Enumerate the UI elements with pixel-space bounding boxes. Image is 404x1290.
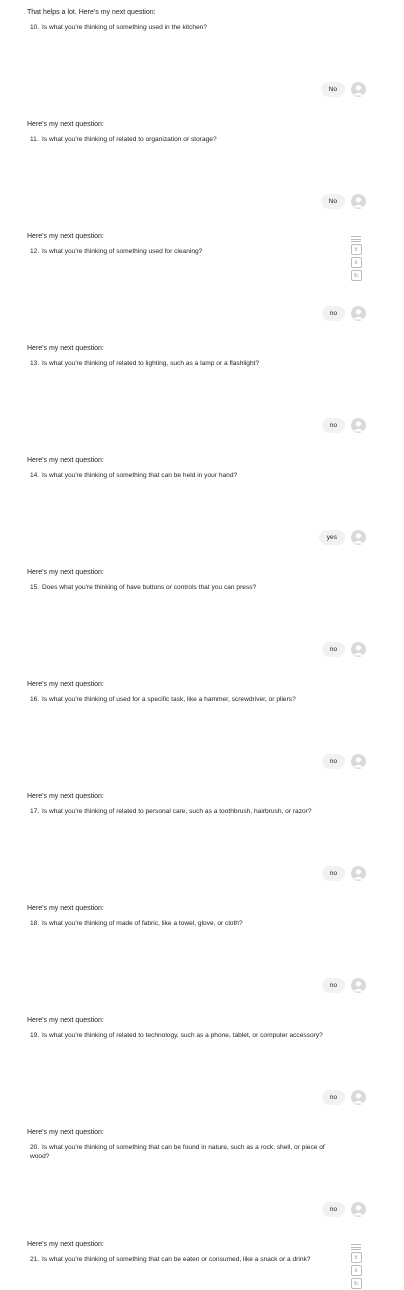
user-message: no [321, 417, 366, 433]
question-number: 16. [30, 696, 40, 703]
copy-icon[interactable] [351, 236, 361, 242]
question-number: 10. [30, 24, 40, 31]
user-avatar-icon [351, 305, 366, 321]
question-number: 17. [30, 808, 40, 815]
thumbs-up-icon[interactable]: ⇧ [350, 244, 362, 255]
user-answer-bubble: no [321, 305, 345, 321]
assistant-intro: Here's my next question: [27, 457, 104, 464]
question-text: Is what you're thinking of something tha… [42, 1256, 311, 1263]
question-text: Is what you're thinking of related to pe… [42, 808, 312, 815]
question-text: Is what you're thinking of related to li… [42, 360, 260, 367]
question-number: 20. [30, 1144, 40, 1151]
user-answer-bubble: No [320, 81, 345, 97]
question-text: Is what you're thinking of made of fabri… [42, 920, 243, 927]
user-avatar-icon [351, 193, 366, 209]
question-number: 15. [30, 584, 40, 591]
thumbs-down-icon[interactable]: ⇩ [350, 1265, 362, 1276]
user-message: no [321, 753, 366, 769]
question-text: Is what you're thinking of something tha… [42, 472, 238, 479]
question-item: 20. Is what you're thinking of something … [30, 1143, 340, 1161]
question-number: 19. [30, 1032, 40, 1039]
question-number: 13. [30, 360, 40, 367]
copy-icon[interactable] [351, 1244, 361, 1250]
question-number: 14. [30, 472, 40, 479]
user-avatar-icon [351, 753, 366, 769]
user-answer-bubble: no [321, 753, 345, 769]
question-item: 13. Is what you're thinking of related to… [30, 359, 340, 368]
question-text: Is what you're thinking of something use… [42, 248, 203, 255]
assistant-intro: Here's my next question: [27, 681, 104, 688]
question-text: Is what you're thinking of something use… [42, 24, 208, 31]
user-message: no [321, 305, 366, 321]
assistant-intro: Here's my next question: [27, 1129, 104, 1136]
assistant-intro: Here's my next question: [27, 569, 104, 576]
user-message: no [321, 1089, 366, 1105]
user-avatar-icon [351, 1089, 366, 1105]
user-answer-bubble: no [321, 1089, 345, 1105]
question-item: 15. Does what you're thinking of have but… [30, 583, 340, 592]
thumbs-up-icon[interactable]: ⇧ [350, 1252, 362, 1263]
user-message: No [320, 193, 366, 209]
user-message: yes [318, 529, 366, 545]
assistant-intro: Here's my next question: [27, 1017, 104, 1024]
user-avatar-icon [351, 977, 366, 993]
question-text: Is what you're thinking of related to or… [42, 136, 217, 143]
user-avatar-icon [351, 865, 366, 881]
question-item: 18. Is what you're thinking of made of fa… [30, 919, 340, 928]
assistant-intro: That helps a lot. Here's my next questio… [27, 9, 156, 16]
user-avatar-icon [351, 1201, 366, 1217]
assistant-intro: Here's my next question: [27, 345, 104, 352]
question-text: Is what you're thinking of used for a sp… [42, 696, 296, 703]
question-item: 14. Is what you're thinking of something … [30, 471, 340, 480]
question-text: Does what you're thinking of have button… [42, 584, 257, 591]
user-answer-bubble: no [321, 865, 345, 881]
user-message: no [321, 1201, 366, 1217]
user-message: no [321, 977, 366, 993]
user-answer-bubble: yes [318, 529, 345, 545]
question-number: 21. [30, 1256, 40, 1263]
question-item: 17. Is what you're thinking of related to… [30, 807, 340, 816]
user-avatar-icon [351, 529, 366, 545]
user-answer-bubble: No [320, 193, 345, 209]
assistant-intro: Here's my next question: [27, 1241, 104, 1248]
question-number: 12. [30, 248, 40, 255]
user-answer-bubble: no [321, 1201, 345, 1217]
message-actions: ⇧ ⇩ ↻ [350, 1244, 362, 1289]
user-answer-bubble: no [321, 977, 345, 993]
assistant-intro: Here's my next question: [27, 121, 104, 128]
user-avatar-icon [351, 81, 366, 97]
question-number: 11. [30, 136, 39, 143]
question-item: 11. Is what you're thinking of related to… [30, 135, 340, 144]
user-avatar-icon [351, 641, 366, 657]
assistant-intro: Here's my next question: [27, 905, 104, 912]
user-answer-bubble: no [321, 417, 345, 433]
assistant-intro: Here's my next question: [27, 793, 104, 800]
user-message: no [321, 641, 366, 657]
question-item: 19. Is what you're thinking of related to… [30, 1031, 340, 1040]
user-message: no [321, 865, 366, 881]
thumbs-down-icon[interactable]: ⇩ [350, 257, 362, 268]
question-number: 18. [30, 920, 40, 927]
question-item: 21. Is what you're thinking of something … [30, 1255, 340, 1264]
question-text: Is what you're thinking of related to te… [42, 1032, 323, 1039]
user-answer-bubble: no [321, 641, 345, 657]
assistant-intro: Here's my next question: [27, 233, 104, 240]
regenerate-icon[interactable]: ↻ [350, 270, 362, 281]
question-item: 12. Is what you're thinking of something … [30, 247, 340, 256]
question-item: 10. Is what you're thinking of something … [30, 23, 340, 32]
message-actions: ⇧ ⇩ ↻ [350, 236, 362, 281]
regenerate-icon[interactable]: ↻ [350, 1278, 362, 1289]
question-item: 16. Is what you're thinking of used for a… [30, 695, 340, 704]
question-text: Is what you're thinking of something tha… [30, 1144, 325, 1160]
user-message: No [320, 81, 366, 97]
user-avatar-icon [351, 417, 366, 433]
